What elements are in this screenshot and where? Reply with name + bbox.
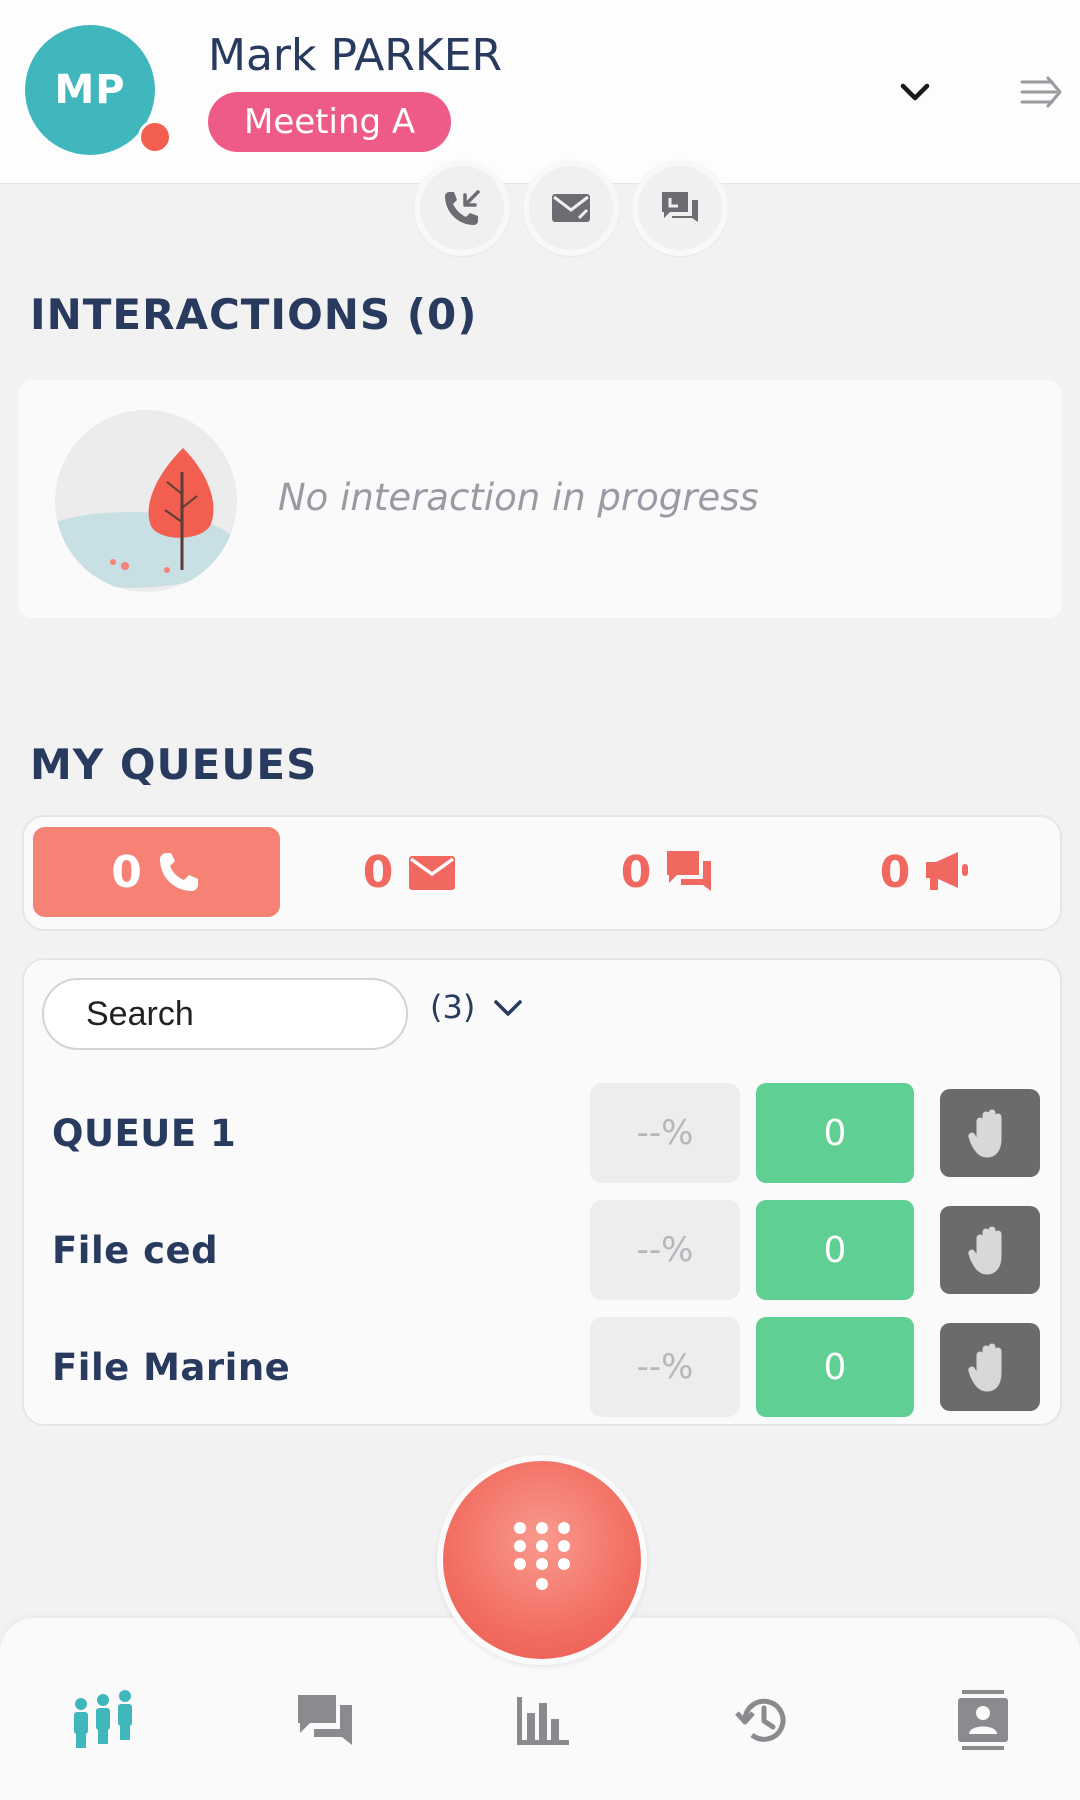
- dialpad-icon: [514, 1522, 570, 1590]
- stats-icon: [517, 1697, 569, 1745]
- user-name: Mark PARKER: [208, 30, 503, 81]
- dialpad-button[interactable]: [437, 1455, 647, 1665]
- hand-icon: [968, 1109, 1002, 1158]
- presence-dot: [138, 120, 172, 154]
- queue-pause-button[interactable]: [940, 1089, 1040, 1177]
- queue-pause-button[interactable]: [940, 1206, 1040, 1294]
- nav-history[interactable]: [727, 1685, 797, 1755]
- phone-incoming-icon: [445, 190, 480, 225]
- channel-tab-campaign[interactable]: 0: [806, 827, 1046, 917]
- incoming-mail-button[interactable]: [523, 160, 619, 256]
- channel-tab-mail[interactable]: 0: [290, 827, 530, 917]
- channel-count: 0: [879, 846, 911, 898]
- channel-count: 0: [620, 846, 652, 898]
- queue-occupancy: --%: [590, 1083, 740, 1183]
- chat-icon: [662, 192, 698, 222]
- nav-team[interactable]: [68, 1685, 138, 1755]
- channel-tab-chat[interactable]: 0: [548, 827, 788, 917]
- incoming-chat-button[interactable]: [632, 160, 728, 256]
- history-icon: [735, 1698, 786, 1742]
- hand-icon: [968, 1343, 1002, 1392]
- status-badge[interactable]: Meeting A: [208, 92, 452, 152]
- queue-waiting-count[interactable]: 0: [756, 1083, 914, 1183]
- channel-count: 0: [362, 846, 394, 898]
- tree-icon: [55, 448, 237, 588]
- interactions-title: INTERACTIONS (0): [30, 290, 478, 339]
- channel-count: 0: [111, 846, 142, 898]
- nav-statistics[interactable]: [507, 1685, 577, 1755]
- queue-occupancy: --%: [590, 1317, 740, 1417]
- queue-row-name: File Marine: [52, 1346, 291, 1389]
- queue-search-input[interactable]: [42, 978, 408, 1050]
- app-header: MP Mark PARKER Meeting A: [0, 0, 1080, 184]
- mail-icon: [409, 856, 456, 890]
- empty-state-text: No interaction in progress: [278, 476, 759, 519]
- queue-occupancy: --%: [590, 1200, 740, 1300]
- queue-waiting-count[interactable]: 0: [756, 1317, 914, 1417]
- queues-title: MY QUEUES: [30, 740, 318, 789]
- channel-tab-phone[interactable]: 0: [33, 827, 280, 917]
- queue-pause-button[interactable]: [940, 1323, 1040, 1411]
- queue-row-name: File ced: [52, 1229, 219, 1272]
- contacts-icon: [958, 1690, 1008, 1750]
- incoming-call-button[interactable]: [414, 160, 510, 256]
- avatar[interactable]: MP: [25, 25, 155, 155]
- queue-waiting-count[interactable]: 0: [756, 1200, 914, 1300]
- phone-icon: [159, 853, 198, 891]
- queue-row-name: QUEUE 1: [52, 1112, 237, 1155]
- chat-icon: [298, 1695, 352, 1745]
- team-icon: [74, 1690, 132, 1748]
- nav-messages[interactable]: [290, 1685, 360, 1755]
- empty-state-illustration: [55, 410, 237, 592]
- queue-count[interactable]: (3): [430, 988, 475, 1026]
- mail-icon: [552, 194, 590, 222]
- chevron-down-icon[interactable]: [895, 72, 935, 112]
- logout-icon[interactable]: [1018, 70, 1064, 110]
- chevron-down-icon[interactable]: [492, 992, 524, 1024]
- chat-icon: [667, 851, 712, 891]
- hand-icon: [968, 1226, 1002, 1275]
- megaphone-icon: [926, 852, 969, 890]
- nav-contacts[interactable]: [948, 1685, 1018, 1755]
